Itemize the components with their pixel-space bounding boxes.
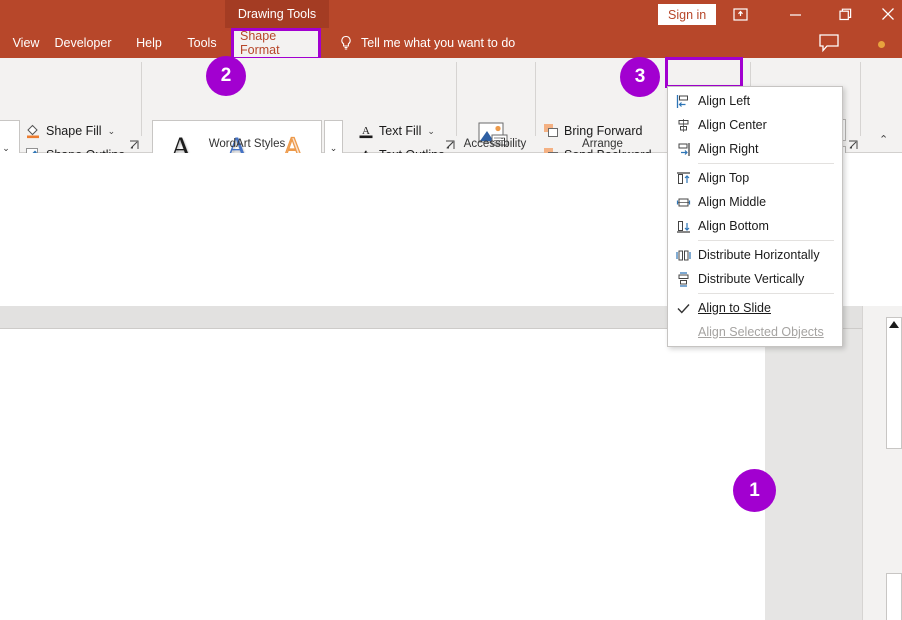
align-right-icon (668, 142, 698, 157)
menu-item-align-selected-objects: Align Selected Objects (668, 320, 842, 344)
title-bar: Drawing Tools Sign in (0, 0, 902, 28)
bring-forward-icon (543, 123, 559, 139)
size-dialog-launcher[interactable] (847, 138, 859, 150)
accessibility-dialog-launcher[interactable] (444, 138, 456, 150)
step-badge-2: 2 (206, 56, 246, 96)
tell-me-search[interactable]: Tell me what you want to do (338, 28, 515, 58)
bring-forward-label: Bring Forward (564, 124, 643, 138)
menu-separator (698, 163, 834, 164)
menu-label-align-right: Align Right (698, 142, 759, 156)
right-pane-panel-bottom[interactable] (886, 573, 902, 620)
shape-fill-button[interactable]: Shape Fill ⌄ (22, 120, 118, 142)
shape-fill-label: Shape Fill (46, 124, 102, 138)
menu-label-align-left: Align Left (698, 94, 751, 108)
tab-tools[interactable]: Tools (174, 28, 230, 58)
distribute-vertically-icon (668, 271, 698, 287)
distribute-horizontally-icon (668, 248, 698, 263)
activity-indicator-dot (878, 41, 885, 48)
group-divider (860, 62, 861, 136)
align-left-icon (668, 94, 698, 109)
menu-item-align-top[interactable]: Align Top (668, 166, 842, 190)
menu-item-distribute-vertically[interactable]: Distribute Vertically (668, 267, 842, 291)
step-badge-1: 1 (733, 469, 776, 512)
sign-in-button[interactable]: Sign in (658, 4, 717, 25)
tab-help[interactable]: Help (124, 28, 174, 58)
group-divider (535, 62, 536, 136)
svg-text:A: A (362, 125, 370, 137)
menu-label-align-top: Align Top (698, 171, 750, 185)
group-divider (456, 62, 457, 136)
accessibility-group-label: Accessibility (463, 138, 527, 150)
tab-developer[interactable]: Developer (42, 28, 124, 58)
ribbon-display-options-icon[interactable] (720, 0, 760, 28)
menu-separator (698, 293, 834, 294)
menu-label-align-to-slide: Align to Slide (698, 301, 771, 315)
contextual-tab-label: Drawing Tools (225, 0, 329, 28)
align-middle-icon (668, 195, 698, 210)
align-center-icon (668, 118, 698, 133)
menu-item-align-center[interactable]: Align Center (668, 113, 842, 137)
menu-label-align-center: Align Center (698, 118, 767, 132)
text-fill-icon: A (358, 123, 374, 139)
comments-icon[interactable] (818, 32, 840, 54)
wordart-group-label: WordArt Styles (208, 138, 286, 150)
align-bottom-icon (668, 219, 698, 234)
menu-label-distribute-vertically: Distribute Vertically (698, 272, 805, 286)
menu-item-align-left[interactable]: Align Left (668, 89, 842, 113)
pane-triangle-icon (889, 321, 899, 328)
right-pane-panel-top[interactable] (886, 317, 902, 449)
menu-item-align-right[interactable]: Align Right (668, 137, 842, 161)
powerpoint-window: Drawing Tools Sign in View Developer Hel… (0, 0, 902, 620)
arrange-group-label: Arrange (582, 138, 623, 150)
menu-item-distribute-horizontally[interactable]: Distribute Horizontally (668, 243, 842, 267)
menu-item-align-to-slide[interactable]: Align to Slide (668, 296, 842, 320)
paint-bucket-icon (25, 123, 41, 139)
align-top-icon (668, 171, 698, 186)
text-fill-button[interactable]: A Text Fill ⌄ (355, 120, 438, 142)
menu-label-align-selected-objects: Align Selected Objects (698, 325, 824, 339)
tell-me-label: Tell me what you want to do (361, 36, 516, 50)
menu-item-align-bottom[interactable]: Align Bottom (668, 214, 842, 238)
lightbulb-icon (338, 35, 354, 51)
close-icon[interactable] (868, 0, 902, 28)
restore-icon[interactable] (825, 0, 865, 28)
chevron-down-icon: ⌄ (107, 125, 116, 136)
collapse-ribbon-button[interactable]: ⌃ (879, 133, 888, 146)
tab-shape-format[interactable]: Shape Format (232, 28, 320, 58)
step-badge-3: 3 (620, 57, 660, 97)
group-divider (141, 62, 142, 136)
text-fill-label: Text Fill (379, 124, 422, 138)
menu-label-align-middle: Align Middle (698, 195, 767, 209)
menu-label-align-bottom: Align Bottom (698, 219, 769, 233)
minimize-icon[interactable] (775, 0, 815, 28)
menu-label-distribute-horizontally: Distribute Horizontally (698, 248, 820, 262)
menu-separator (698, 240, 834, 241)
align-dropdown-menu[interactable]: Align Left Align Center Align Right Alig… (667, 86, 843, 347)
canvas-right-gutter (765, 329, 862, 620)
chevron-down-icon: ⌄ (427, 125, 435, 136)
slide-canvas[interactable]: تصمیم گیری فرآیند شروع (0, 329, 765, 620)
menu-item-align-middle[interactable]: Align Middle (668, 190, 842, 214)
shape-styles-dialog-launcher[interactable] (128, 138, 140, 150)
checkmark-icon (668, 301, 698, 316)
